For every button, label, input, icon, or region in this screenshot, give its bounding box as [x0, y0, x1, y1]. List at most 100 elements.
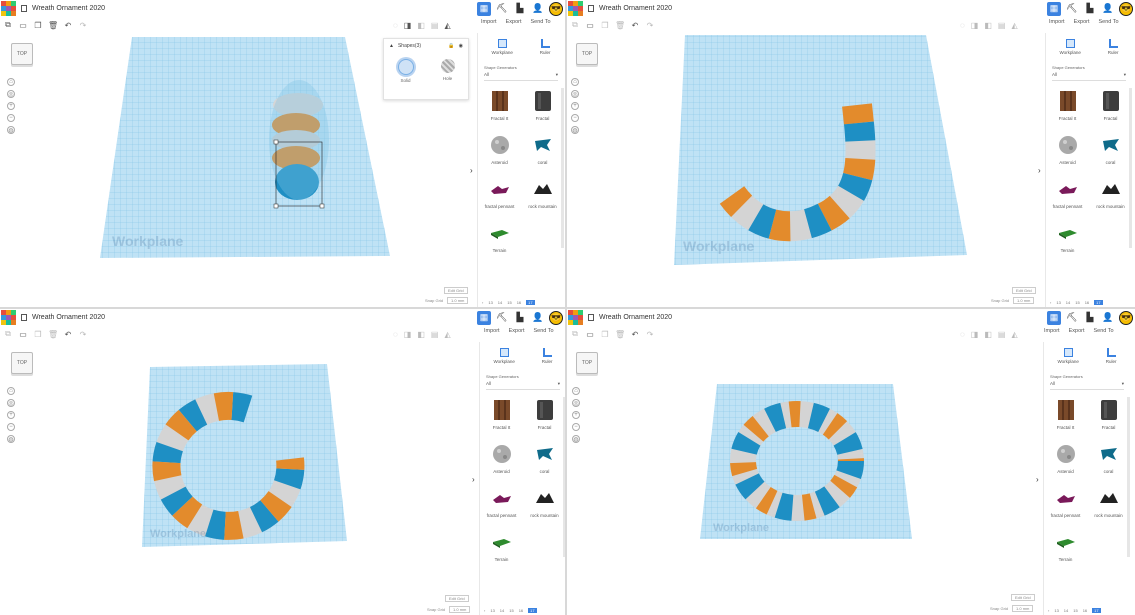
fit-icon[interactable]: ◎ [7, 399, 15, 407]
shape-item[interactable]: coral [523, 442, 565, 474]
mirror-icon[interactable]: ◭ [444, 330, 450, 339]
ruler-icon[interactable] [542, 348, 552, 357]
export-button[interactable]: Export [1074, 19, 1090, 25]
delete-icon[interactable]: 🗑 [615, 330, 625, 339]
ruler-icon[interactable] [1108, 39, 1118, 48]
send-to-button[interactable]: Send To [1099, 19, 1119, 25]
scrollbar[interactable] [1129, 88, 1132, 248]
fit-icon[interactable]: ◎ [7, 90, 15, 98]
avatar[interactable]: 😎 [549, 1, 563, 16]
home-icon[interactable]: ⌂ [571, 78, 579, 86]
edit-grid-button[interactable]: Edit Grid [444, 287, 468, 294]
pager-item-current[interactable]: 17 [1092, 608, 1101, 613]
view-cube[interactable]: TOP [576, 352, 598, 374]
zoom-in-icon[interactable]: + [571, 102, 579, 110]
pager-prev-icon[interactable]: ‹ [1048, 608, 1049, 613]
mirror-icon[interactable]: ◭ [444, 21, 450, 30]
delete-icon[interactable]: 🗑 [48, 330, 58, 339]
copy-icon[interactable]: ⧉ [570, 329, 580, 339]
pager-item[interactable]: 14 [1066, 300, 1070, 305]
paste-icon[interactable]: ▭ [18, 21, 28, 30]
selected-shape-group[interactable] [269, 80, 329, 209]
shape-item[interactable]: coral [1089, 133, 1132, 165]
edit-grid-button[interactable]: Edit Grid [1012, 287, 1036, 294]
tinkercad-logo-icon[interactable] [568, 1, 583, 16]
pager-item-current[interactable]: 17 [1094, 300, 1103, 305]
shape-item[interactable]: coral [1087, 442, 1130, 474]
export-button[interactable]: Export [509, 328, 525, 334]
shape-item[interactable]: Fractal [1089, 89, 1132, 121]
zoom-out-icon[interactable]: − [572, 423, 580, 431]
shape-item[interactable]: Fractal [521, 89, 564, 121]
shape-item[interactable]: fractal pennant [480, 486, 523, 518]
pager-prev-icon[interactable]: ‹ [1050, 300, 1051, 305]
avatar[interactable]: 😎 [1119, 310, 1133, 325]
ruler-button[interactable]: Ruler [1106, 359, 1117, 364]
pager-item-current[interactable]: 17 [528, 608, 537, 613]
home-icon[interactable]: ⌂ [572, 387, 580, 395]
pager-item[interactable]: 16 [517, 300, 521, 305]
lock-icon[interactable]: 🔒 [448, 43, 454, 49]
mirror-icon[interactable]: ◭ [1011, 330, 1017, 339]
pager-item[interactable]: 13 [488, 300, 492, 305]
blocks-icon[interactable]: ⛏ [495, 2, 509, 16]
ortho-icon[interactable]: ◍ [7, 126, 15, 134]
blocks-icon[interactable]: ⛏ [1065, 311, 1079, 325]
note-icon[interactable]: ◌ [393, 21, 398, 30]
zoom-in-icon[interactable]: + [7, 102, 15, 110]
avatar[interactable]: 😎 [549, 310, 563, 325]
workplane-icon[interactable] [1065, 39, 1075, 48]
avatar[interactable]: 😎 [1119, 1, 1133, 16]
shape-item[interactable]: Fractal It [1046, 89, 1089, 121]
pager-prev-icon[interactable]: ‹ [482, 300, 483, 305]
pager-item[interactable]: 15 [1073, 608, 1077, 613]
zoom-out-icon[interactable]: − [7, 423, 15, 431]
redo-icon[interactable]: ↷ [78, 330, 88, 339]
zoom-in-icon[interactable]: + [7, 411, 15, 419]
zoom-in-icon[interactable]: + [572, 411, 580, 419]
ortho-icon[interactable]: ◍ [571, 126, 579, 134]
paste-icon[interactable]: ▭ [585, 21, 595, 30]
export-button[interactable]: Export [1069, 328, 1085, 334]
add-user-icon[interactable]: 👤 [531, 311, 545, 325]
shape-item[interactable]: Fractal It [480, 398, 523, 430]
add-user-icon[interactable]: 👤 [531, 2, 545, 16]
category-select[interactable]: All ▾ [1052, 72, 1126, 81]
shape-item[interactable]: Terrain [1046, 221, 1089, 253]
bricks-icon[interactable]: ▙ [1083, 2, 1097, 16]
align-icon[interactable]: ▤ [431, 21, 439, 30]
note-icon[interactable]: ◌ [960, 21, 965, 30]
redo-icon[interactable]: ↷ [645, 330, 655, 339]
shape-item[interactable]: Terrain [478, 221, 521, 253]
tinkercad-logo-icon[interactable] [1, 310, 16, 325]
mirror-icon[interactable]: ◭ [1011, 21, 1017, 30]
tinkercad-logo-icon[interactable] [568, 310, 583, 325]
snap-grid-select[interactable]: 1.0 mm [1012, 605, 1034, 612]
shape-item[interactable]: Fractal It [1044, 398, 1087, 430]
pager-item[interactable]: 14 [500, 608, 504, 613]
duplicate-icon[interactable]: ❐ [33, 330, 43, 339]
undo-icon[interactable]: ↶ [63, 21, 73, 30]
shape-item[interactable]: Terrain [1044, 530, 1087, 562]
workplane-grid[interactable] [142, 364, 347, 547]
shape-item[interactable]: rock mountain [521, 177, 564, 209]
fit-icon[interactable]: ◎ [571, 90, 579, 98]
delete-icon[interactable]: 🗑 [615, 21, 625, 30]
fit-icon[interactable]: ◎ [572, 399, 580, 407]
edit-grid-button[interactable]: Edit Grid [1011, 594, 1035, 601]
workplane-grid[interactable] [674, 35, 967, 265]
bricks-icon[interactable]: ▙ [513, 2, 527, 16]
bulb-icon[interactable]: ◉ [459, 43, 463, 49]
collapse-caret-icon[interactable]: ▲ [389, 43, 394, 49]
workplane-grid[interactable] [700, 384, 912, 539]
shape-item[interactable]: rock mountain [1087, 486, 1130, 518]
blocks-icon[interactable]: ⛏ [1065, 2, 1079, 16]
import-button[interactable]: Import [484, 328, 500, 334]
design-list-icon[interactable] [588, 314, 594, 321]
pager-item[interactable]: 15 [509, 608, 513, 613]
workplane-icon[interactable] [499, 348, 509, 357]
add-user-icon[interactable]: 👤 [1101, 311, 1115, 325]
pager-item[interactable]: 13 [1054, 608, 1058, 613]
workplane-icon[interactable] [497, 39, 507, 48]
pager-item[interactable]: 15 [507, 300, 511, 305]
